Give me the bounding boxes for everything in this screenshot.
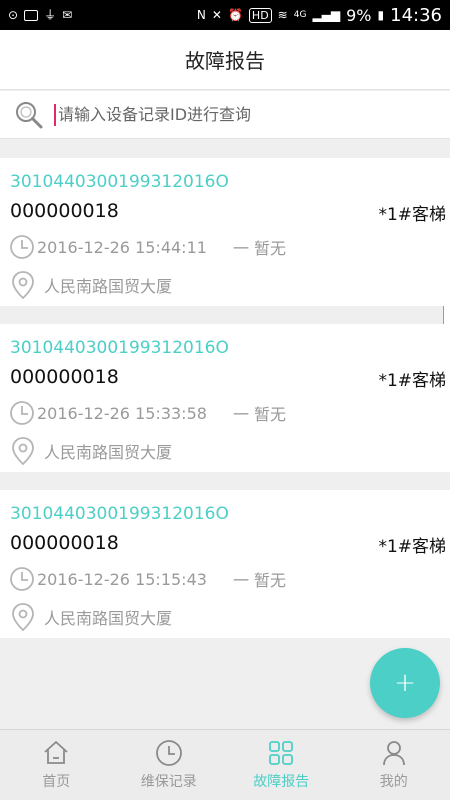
hd-badge: HD (248, 7, 272, 23)
location-pin-icon (12, 271, 34, 300)
tab-label: 我的 (379, 774, 408, 790)
plus-icon: + (394, 668, 416, 698)
bottom-tab-bar: 首页 维保记录 故障报告 我的 (0, 729, 450, 800)
tab-label: 首页 (42, 774, 71, 790)
record-address: 人民南路国贸大厦 (44, 443, 173, 462)
record-card[interactable]: 3010440300199312016O 000000018 *1#客梯 201… (0, 158, 450, 306)
battery-percent: 9% (346, 5, 372, 25)
record-unit: *1#客梯 (378, 371, 446, 391)
location-pin-icon (12, 603, 34, 632)
location-pin-icon (12, 437, 34, 466)
page-title: 故障报告 (185, 49, 265, 73)
search-bar (0, 91, 450, 139)
status-bar-right: N ✕ ⏰ HD ≋ 4G ▂▄▆ 9% ▮ 14:36 (197, 5, 442, 26)
record-status: 一 暂无 (232, 405, 287, 424)
pay-icon: ⊙ (8, 8, 19, 22)
nfc-icon: N (196, 8, 206, 22)
record-status: 一 暂无 (232, 571, 287, 590)
battery-icon: ▮ (377, 8, 385, 22)
record-code: 3010440300199312016O (10, 504, 229, 524)
search-input[interactable] (54, 103, 414, 126)
record-unit: *1#客梯 (378, 537, 446, 557)
record-location-row: 人民南路国贸大厦 (11, 602, 172, 632)
record-id: 000000018 (10, 532, 119, 554)
clock-icon (10, 401, 34, 425)
alarm-icon: ⏰ (227, 8, 243, 22)
clock-icon (10, 235, 34, 259)
tab-label: 故障报告 (253, 774, 310, 790)
gallery-icon (24, 9, 39, 21)
record-address: 人民南路国贸大厦 (44, 609, 173, 628)
tab-maintenance-records[interactable]: 维保记录 (113, 730, 226, 800)
record-time: 2016-12-26 15:15:43 (37, 569, 207, 589)
add-report-button[interactable]: + (370, 648, 440, 718)
record-code: 3010440300199312016O (10, 172, 229, 192)
record-code: 3010440300199312016O (10, 338, 229, 358)
usb-icon: ⏚ (44, 8, 57, 22)
network-type: 4G (293, 9, 307, 20)
record-id: 000000018 (10, 200, 119, 222)
search-icon[interactable] (14, 100, 44, 130)
record-location-row: 人民南路国贸大厦 (11, 270, 172, 300)
home-icon (44, 741, 68, 764)
mail-icon: ✉ (62, 8, 73, 22)
record-time: 2016-12-26 15:44:11 (37, 237, 207, 257)
tab-home[interactable]: 首页 (0, 730, 113, 800)
clock-time: 14:36 (390, 4, 442, 26)
record-time-row: 2016-12-26 15:44:11 一 暂无 (9, 234, 286, 260)
tab-label: 维保记录 (140, 774, 197, 790)
record-status: 一 暂无 (232, 239, 287, 258)
record-location-row: 人民南路国贸大厦 (11, 436, 172, 466)
signal-icon: ▂▄▆ (312, 8, 341, 22)
clock-icon (10, 567, 34, 591)
record-time-row: 2016-12-26 15:15:43 一 暂无 (9, 566, 286, 592)
record-time: 2016-12-26 15:33:58 (37, 403, 207, 423)
mute-icon: ✕ (211, 8, 222, 22)
record-list: 3010440300199312016O 000000018 *1#客梯 201… (0, 158, 450, 656)
page-header: 故障报告 (0, 30, 450, 90)
record-card[interactable]: 3010440300199312016O 000000018 *1#客梯 201… (0, 490, 450, 638)
record-address: 人民南路国贸大厦 (44, 277, 173, 296)
record-id: 000000018 (10, 366, 119, 388)
user-icon (382, 741, 405, 766)
grid-icon (269, 741, 294, 765)
record-unit: *1#客梯 (378, 205, 446, 225)
tab-profile[interactable]: 我的 (338, 730, 450, 800)
record-card[interactable]: 3010440300199312016O 000000018 *1#客梯 201… (0, 324, 450, 472)
tab-fault-report[interactable]: 故障报告 (225, 730, 338, 800)
clock-icon (155, 740, 182, 766)
status-bar-left: ⊙ ⏚ ✉ (8, 9, 72, 21)
wifi-icon: ≋ (277, 8, 288, 22)
status-bar: ⊙ ⏚ ✉ N ✕ ⏰ HD ≋ 4G ▂▄▆ 9% ▮ 14:36 (0, 0, 450, 30)
record-time-row: 2016-12-26 15:33:58 一 暂无 (9, 400, 286, 426)
